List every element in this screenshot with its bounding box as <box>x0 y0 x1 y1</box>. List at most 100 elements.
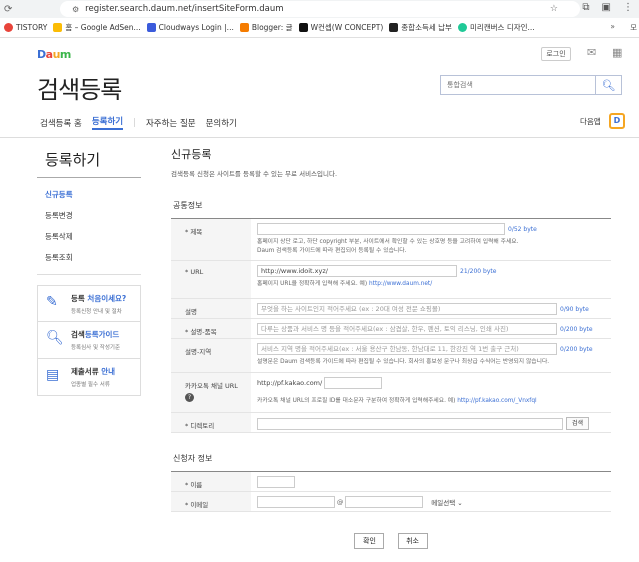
bookmark-star-icon[interactable]: ☆ <box>550 4 558 14</box>
email-id-input[interactable] <box>257 496 335 508</box>
section-common-info: 공통정보 <box>173 201 203 210</box>
label-region: 설명-지역 <box>171 339 251 372</box>
bookmark-item[interactable]: 종합소득세 납부 <box>389 22 452 33</box>
name-input[interactable] <box>257 476 295 488</box>
side-item-lookup[interactable]: 등록조회 <box>37 247 141 268</box>
row-kakao: 카카오톡 채널 URL? http://pf.kakao.com/ 카카오톡 채… <box>171 373 611 413</box>
tistory-icon <box>4 23 13 32</box>
site-info-icon[interactable]: ⚙ <box>72 5 79 14</box>
region-byte-count: 0/200 byte <box>560 345 593 353</box>
title-hint: 홈페이지 상단 로고, 하단 copyright 부분, 사이트에서 확인할 수… <box>257 239 519 254</box>
url-example-link[interactable]: http://www.daum.net/ <box>369 281 432 287</box>
description-byte-count: 0/90 byte <box>560 305 589 313</box>
bookmark-item[interactable]: Blogger: 글 <box>239 22 293 33</box>
promo-first-time[interactable]: ✎ 등록 처음이세요? 등록신청 안내 및 절차 <box>37 285 141 322</box>
form-buttons: 확인 취소 <box>171 528 611 549</box>
region-input[interactable]: 서비스 지역 명을 적어주세요(ex : 서울 용산구 한남동, 한남대로 11… <box>257 343 557 355</box>
url-text: register.search.daum.net/insertSiteForm.… <box>85 4 284 14</box>
kakao-hint: 카카오톡 채널 URL의 프로필 ID를 대소문자 구분하여 정확하게 입력해주… <box>257 398 537 404</box>
label-item: * 설명-품목 <box>171 319 251 338</box>
bookmark-item[interactable]: 홈 – Google AdSen... <box>53 22 141 33</box>
chevron-down-icon: ⌄ <box>457 499 463 507</box>
browser-nav: ⟳ <box>4 4 48 15</box>
row-title: * 제목 0/52 byte 홈페이지 상단 로고, 하단 copyright … <box>171 219 611 261</box>
email-domain-select[interactable]: 메일선택 ⌄ <box>431 499 462 507</box>
magnifier-icon: 🔍︎ <box>46 330 64 346</box>
row-directory: * 디렉토리 검색 <box>171 413 611 433</box>
help-icon[interactable]: ? <box>185 393 194 402</box>
title-input[interactable] <box>257 223 505 235</box>
promo-documents[interactable]: ▤ 제출서류 안내 업종별 필수 서류 <box>37 359 141 396</box>
miricanvas-icon <box>457 23 467 32</box>
label-url: * URL <box>171 261 251 298</box>
cloudways-icon <box>146 23 156 32</box>
section-applicant: 신청자 정보 <box>173 454 213 463</box>
row-url: * URL http://www.idoit.xyz/21/200 byte 홈… <box>171 261 611 299</box>
row-description: 설명 무엇을 하는 사이트인지 적어주세요 (ex : 20대 여성 전문 쇼핑… <box>171 299 611 319</box>
bookmark-item[interactable]: Cloudways Login |... <box>146 23 234 32</box>
bookmark-item[interactable]: W컨셉(W CONCEPT) <box>298 22 383 33</box>
bookmark-item[interactable]: 미리캔버스 디자인... <box>457 22 535 33</box>
main-nav: 검색등록 홈 등록하기 | 자주하는 질문 문의하기 다음앱 D <box>0 108 639 138</box>
bookmark-item[interactable]: TISTORY <box>4 23 47 32</box>
page-title: 검색등록 <box>37 76 122 104</box>
side-item-new[interactable]: 신규등록 <box>37 184 141 205</box>
search-icon: 🔍︎ <box>601 78 616 92</box>
mail-icon[interactable]: ✉ <box>587 46 596 59</box>
label-name: * 이름 <box>171 472 251 491</box>
daum-logo[interactable]: Daum <box>37 48 71 61</box>
nav-divider: | <box>133 117 136 128</box>
label-title: * 제목 <box>171 219 251 260</box>
side-item-change[interactable]: 등록변경 <box>37 205 141 226</box>
address-bar[interactable]: ⚙ register.search.daum.net/insertSiteFor… <box>60 1 580 17</box>
item-byte-count: 0/200 byte <box>560 325 593 333</box>
applicant-table: * 이름 * 이메일 @ 메일선택 ⌄ <box>171 471 611 512</box>
bookmarks-more-button[interactable]: » <box>610 22 615 31</box>
region-hint: 설명문은 Daum 검색등록 가이드에 따라 편집될 수 있습니다. 회사의 홍… <box>257 359 550 365</box>
url-hint: 홈페이지 URL을 정확하게 입력해 주세요. 예) http://www.da… <box>257 281 433 287</box>
nav-register[interactable]: 등록하기 <box>91 115 124 130</box>
daum-app-icon[interactable]: D <box>609 113 625 129</box>
document-icon: ▤ <box>46 367 60 383</box>
nav-home[interactable]: 검색등록 홈 <box>40 117 82 129</box>
kakao-input[interactable] <box>324 377 383 389</box>
menu-icon[interactable]: ⋮ <box>623 2 633 13</box>
kakao-example-link[interactable]: http://pf.kakao.com/_Vnxfql <box>457 398 536 404</box>
confirm-button[interactable]: 확인 <box>354 533 385 549</box>
common-info-table: * 제목 0/52 byte 홈페이지 상단 로고, 하단 copyright … <box>171 218 611 433</box>
description-input[interactable]: 무엇을 하는 사이트인지 적어주세요 (ex : 20대 여성 전문 쇼핑몰) <box>257 303 557 315</box>
promo-guide[interactable]: 🔍︎ 검색등록가이드 등록심사 및 작성기준 <box>37 322 141 359</box>
other-bookmarks-folder[interactable]: 모 <box>630 22 637 33</box>
nav-faq[interactable]: 자주하는 질문 <box>146 117 196 129</box>
directory-input[interactable] <box>257 417 563 430</box>
main-form: 신규등록 검색등록 신청은 사이트를 등록할 수 있는 무료 서비스입니다. 공… <box>171 146 611 549</box>
tax-icon <box>389 23 399 32</box>
reload-icon[interactable]: ⟳ <box>4 4 12 15</box>
search-input[interactable] <box>441 76 595 94</box>
label-email: * 이메일 <box>171 492 251 511</box>
email-domain-input[interactable] <box>345 496 424 508</box>
label-description: 설명 <box>171 299 251 318</box>
cancel-button[interactable]: 취소 <box>397 533 428 549</box>
login-button[interactable]: 로그인 <box>541 47 571 61</box>
side-item-delete[interactable]: 등록삭제 <box>37 226 141 247</box>
apps-grid-icon[interactable]: ▦ <box>612 46 622 59</box>
side-menu-title: 등록하기 <box>37 146 141 178</box>
side-menu-list: 신규등록 등록변경 등록삭제 등록조회 <box>37 178 141 275</box>
browser-toolbar: ⟳ ⚙ register.search.daum.net/insertSiteF… <box>0 0 639 18</box>
email-at: @ <box>336 498 344 506</box>
url-input[interactable]: http://www.idoit.xyz/ <box>257 265 457 277</box>
tab-search-icon[interactable]: ▣ <box>602 2 611 13</box>
wconcept-icon <box>298 23 308 32</box>
extensions-icon[interactable]: ⧉ <box>582 2 589 13</box>
search-button[interactable]: 🔍︎ <box>595 76 621 94</box>
side-menu: 등록하기 신규등록 등록변경 등록삭제 등록조회 ✎ 등록 처음이세요? 등록신… <box>37 146 141 396</box>
nav-inquiry[interactable]: 문의하기 <box>206 117 237 129</box>
row-region: 설명-지역 서비스 지역 명을 적어주세요(ex : 서울 용산구 한남동, 한… <box>171 339 611 373</box>
form-title: 신규등록 <box>171 148 212 161</box>
daum-header: Daum 로그인 ✉ ▦ <box>0 38 639 70</box>
directory-search-button[interactable]: 검색 <box>566 417 590 430</box>
item-input[interactable]: 다루는 상품과 서비스 명 등을 적어주세요(ex : 삼겹살, 한우, 펜션,… <box>257 323 557 335</box>
daum-app-link[interactable]: 다음앱 <box>580 116 601 127</box>
